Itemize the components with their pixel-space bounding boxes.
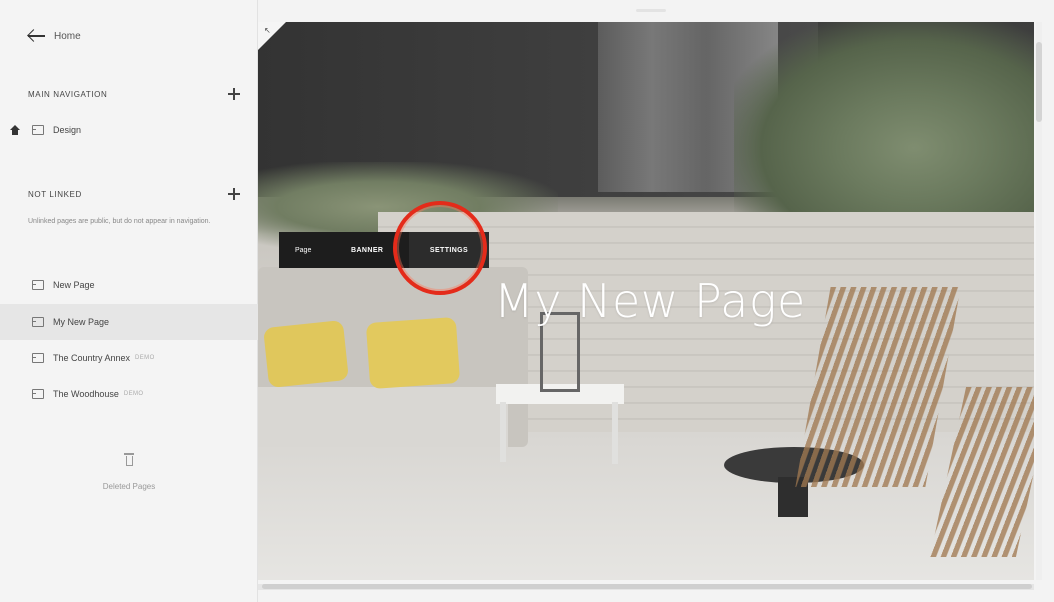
not-linked-header: NOT LINKED xyxy=(28,188,240,200)
arrow-up-left-icon[interactable]: ↖ xyxy=(264,26,271,35)
pillow-image xyxy=(365,316,461,390)
add-not-linked-page-icon[interactable] xyxy=(228,188,240,200)
page-icon xyxy=(32,353,44,363)
horizontal-scrollbar-thumb[interactable] xyxy=(262,584,1032,589)
back-label: Home xyxy=(54,30,81,42)
page-icon xyxy=(32,280,44,290)
nav-item-the-country-annex[interactable]: The Country Annex DEMO xyxy=(0,340,258,376)
settings-button[interactable]: SETTINGS xyxy=(409,232,489,268)
trash-lid xyxy=(124,453,134,455)
horizontal-scrollbar[interactable] xyxy=(258,584,1034,590)
demo-badge: DEMO xyxy=(123,391,144,397)
nav-item-my-new-page[interactable]: My New Page xyxy=(0,304,258,340)
arrow-left-icon xyxy=(28,30,46,42)
page-banner-toolbar: Page BANNER SETTINGS xyxy=(279,232,489,268)
background-trees xyxy=(734,22,1034,232)
nav-item-label: New Page xyxy=(53,280,95,290)
toolbar-page-label: Page xyxy=(295,246,312,254)
sofa-base-image xyxy=(258,387,508,447)
main-navigation-title: MAIN NAVIGATION xyxy=(28,89,108,99)
page-icon xyxy=(32,317,44,327)
page-title: My New Page xyxy=(494,274,806,328)
trash-icon[interactable] xyxy=(124,452,134,466)
nav-item-new-page[interactable]: New Page xyxy=(0,267,258,303)
nav-item-the-woodhouse[interactable]: The Woodhouse DEMO xyxy=(0,376,258,412)
window-drag-handle xyxy=(636,9,666,12)
demo-badge: DEMO xyxy=(135,355,155,361)
collapse-corner[interactable] xyxy=(258,22,286,50)
back-to-home-link[interactable]: Home xyxy=(28,30,81,42)
add-main-navigation-page-icon[interactable] xyxy=(228,88,240,100)
page-preview[interactable]: My New Page ↖ xyxy=(258,22,1034,580)
table-leg-image xyxy=(612,402,618,464)
nav-item-design[interactable]: Design xyxy=(0,112,258,148)
banner-button[interactable]: BANNER xyxy=(345,232,409,268)
not-linked-title: NOT LINKED xyxy=(28,189,82,199)
pillow-image xyxy=(263,319,349,389)
deleted-pages-link[interactable]: Deleted Pages xyxy=(0,482,258,491)
nav-item-label: The Country Annex xyxy=(53,353,131,363)
not-linked-description: Unlinked pages are public, but do not ap… xyxy=(28,218,211,225)
vertical-scrollbar-thumb[interactable] xyxy=(1036,42,1042,122)
main-navigation-header: MAIN NAVIGATION xyxy=(28,88,240,100)
vertical-scrollbar[interactable] xyxy=(1036,22,1042,580)
table-leg-image xyxy=(500,402,506,462)
nav-item-label: Design xyxy=(53,125,82,135)
sidebar: Home MAIN NAVIGATION Design NOT LINKED U… xyxy=(0,0,258,602)
page-icon xyxy=(32,125,44,135)
nav-item-label: The Woodhouse xyxy=(53,389,119,399)
page-icon xyxy=(32,389,44,399)
nav-item-label: My New Page xyxy=(53,317,110,327)
trash-bin xyxy=(125,455,133,466)
